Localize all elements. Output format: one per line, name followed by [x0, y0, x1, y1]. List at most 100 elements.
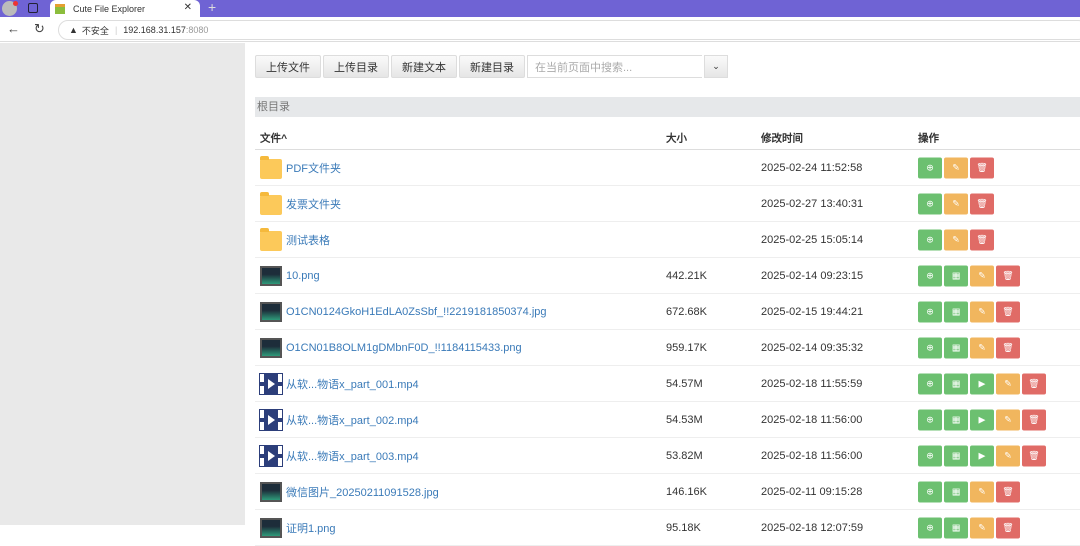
warning-icon: ▲ [69, 25, 78, 35]
table-row: 测试表格 2025-02-25 15:05:14 ⊕ ✎ 🗑 [255, 222, 1080, 258]
file-link[interactable]: 证明1.png [286, 520, 336, 536]
delete-button[interactable]: 🗑 [996, 481, 1020, 502]
download-button[interactable]: ⊕ [918, 157, 942, 178]
modified-cell: 2025-02-24 11:52:58 [761, 161, 863, 174]
rename-icon: ✎ [952, 234, 960, 244]
rename-icon: ✎ [978, 270, 986, 280]
tab-actions-icon[interactable] [28, 3, 38, 13]
qr-icon: ▦ [951, 522, 961, 532]
qr-button[interactable]: ▦ [944, 337, 968, 358]
file-link[interactable]: 10.png [286, 270, 320, 282]
play-button[interactable]: ▶ [970, 409, 994, 430]
rename-button[interactable]: ✎ [970, 337, 994, 358]
table-row: PDF文件夹 2025-02-24 11:52:58 ⊕ ✎ 🗑 [255, 150, 1080, 186]
size-cell: 95.18K [666, 521, 701, 534]
download-button[interactable]: ⊕ [918, 481, 942, 502]
download-button[interactable]: ⊕ [918, 409, 942, 430]
upload-file-button[interactable]: 上传文件 [255, 55, 321, 78]
rename-button[interactable]: ✎ [944, 193, 968, 214]
file-link[interactable]: 发票文件夹 [286, 196, 341, 212]
rename-button[interactable]: ✎ [996, 445, 1020, 466]
download-button[interactable]: ⊕ [918, 445, 942, 466]
back-button[interactable]: ← [7, 21, 20, 36]
download-button[interactable]: ⊕ [918, 229, 942, 250]
rename-button[interactable]: ✎ [970, 481, 994, 502]
image-icon [260, 481, 282, 502]
header-size[interactable]: 大小 [666, 131, 687, 146]
table-row: 10.png 442.21K 2025-02-14 09:23:15 ⊕ ▦ ✎ 🗑 [255, 258, 1080, 294]
rename-button[interactable]: ✎ [944, 229, 968, 250]
qr-button[interactable]: ▦ [944, 445, 968, 466]
download-button[interactable]: ⊕ [918, 337, 942, 358]
header-modified[interactable]: 修改时间 [761, 131, 803, 146]
delete-icon: 🗑 [1002, 342, 1014, 352]
rename-button[interactable]: ✎ [996, 409, 1020, 430]
delete-button[interactable]: 🗑 [996, 265, 1020, 286]
new-dir-button[interactable]: 新建目录 [459, 55, 525, 78]
new-text-button[interactable]: 新建文本 [391, 55, 457, 78]
image-icon [260, 265, 282, 286]
url-bar[interactable]: ▲ 不安全 | 192.168.31.157:8080 [58, 20, 1080, 40]
file-link[interactable]: 微信图片_20250211091528.jpg [286, 484, 439, 500]
play-button[interactable]: ▶ [970, 445, 994, 466]
delete-button[interactable]: 🗑 [996, 337, 1020, 358]
download-button[interactable]: ⊕ [918, 265, 942, 286]
delete-button[interactable]: 🗑 [1022, 373, 1046, 394]
delete-button[interactable]: 🗑 [970, 193, 994, 214]
breadcrumb[interactable]: 根目录 [255, 97, 1080, 117]
delete-button[interactable]: 🗑 [970, 157, 994, 178]
security-label[interactable]: 不安全 [82, 24, 109, 37]
qr-button[interactable]: ▦ [944, 301, 968, 322]
upload-dir-button[interactable]: 上传目录 [323, 55, 389, 78]
play-button[interactable]: ▶ [970, 373, 994, 394]
download-icon: ⊕ [926, 522, 934, 532]
download-button[interactable]: ⊕ [918, 193, 942, 214]
download-icon: ⊕ [926, 198, 934, 208]
delete-button[interactable]: 🗑 [996, 301, 1020, 322]
modified-cell: 2025-02-18 11:55:59 [761, 377, 863, 390]
actions-cell: ⊕ ▦ ▶ ✎ 🗑 [918, 373, 1046, 394]
name-cell: 发票文件夹 [260, 191, 341, 215]
qr-button[interactable]: ▦ [944, 409, 968, 430]
actions-cell: ⊕ ▦ ▶ ✎ 🗑 [918, 445, 1046, 466]
close-tab-icon[interactable]: ✕ [184, 2, 192, 13]
rename-button[interactable]: ✎ [996, 373, 1020, 394]
rename-button[interactable]: ✎ [944, 157, 968, 178]
file-link[interactable]: 从软...物语x_part_001.mp4 [286, 376, 419, 392]
qr-button[interactable]: ▦ [944, 265, 968, 286]
file-link[interactable]: 从软...物语x_part_002.mp4 [286, 412, 419, 428]
delete-button[interactable]: 🗑 [970, 229, 994, 250]
qr-button[interactable]: ▦ [944, 481, 968, 502]
modified-cell: 2025-02-27 13:40:31 [761, 197, 864, 210]
file-link[interactable]: 测试表格 [286, 232, 330, 248]
actions-cell: ⊕ ✎ 🗑 [918, 229, 994, 250]
qr-icon: ▦ [951, 414, 961, 424]
qr-button[interactable]: ▦ [944, 517, 968, 538]
file-link[interactable]: 从软...物语x_part_003.mp4 [286, 448, 419, 464]
download-button[interactable]: ⊕ [918, 517, 942, 538]
delete-button[interactable]: 🗑 [1022, 409, 1046, 430]
download-icon: ⊕ [926, 450, 934, 460]
delete-button[interactable]: 🗑 [1022, 445, 1046, 466]
rename-button[interactable]: ✎ [970, 301, 994, 322]
rename-button[interactable]: ✎ [970, 517, 994, 538]
rename-button[interactable]: ✎ [970, 265, 994, 286]
delete-button[interactable]: 🗑 [996, 517, 1020, 538]
profile-avatar[interactable] [2, 1, 18, 16]
download-button[interactable]: ⊕ [918, 301, 942, 322]
reload-button[interactable]: ↻ [34, 21, 45, 37]
actions-cell: ⊕ ▦ ▶ ✎ 🗑 [918, 409, 1046, 430]
rename-icon: ✎ [952, 198, 960, 208]
browser-tab[interactable]: Cute File Explorer ✕ [50, 0, 200, 17]
qr-button[interactable]: ▦ [944, 373, 968, 394]
play-icon: ▶ [978, 450, 986, 460]
chevron-down-icon[interactable]: ⌄ [704, 55, 728, 78]
file-link[interactable]: O1CN01B8OLM1gDMbnF0D_!!1184115433.png [286, 342, 522, 354]
new-tab-button[interactable]: + [208, 0, 216, 15]
search-input[interactable]: 在当前页面中搜索... [527, 55, 702, 78]
file-link[interactable]: PDF文件夹 [286, 160, 341, 176]
download-button[interactable]: ⊕ [918, 373, 942, 394]
header-name[interactable]: 文件^ [260, 131, 287, 146]
file-link[interactable]: O1CN0124GkoH1EdLA0ZsSbf_!!2219181850374.… [286, 306, 547, 318]
rename-icon: ✎ [1004, 414, 1012, 424]
